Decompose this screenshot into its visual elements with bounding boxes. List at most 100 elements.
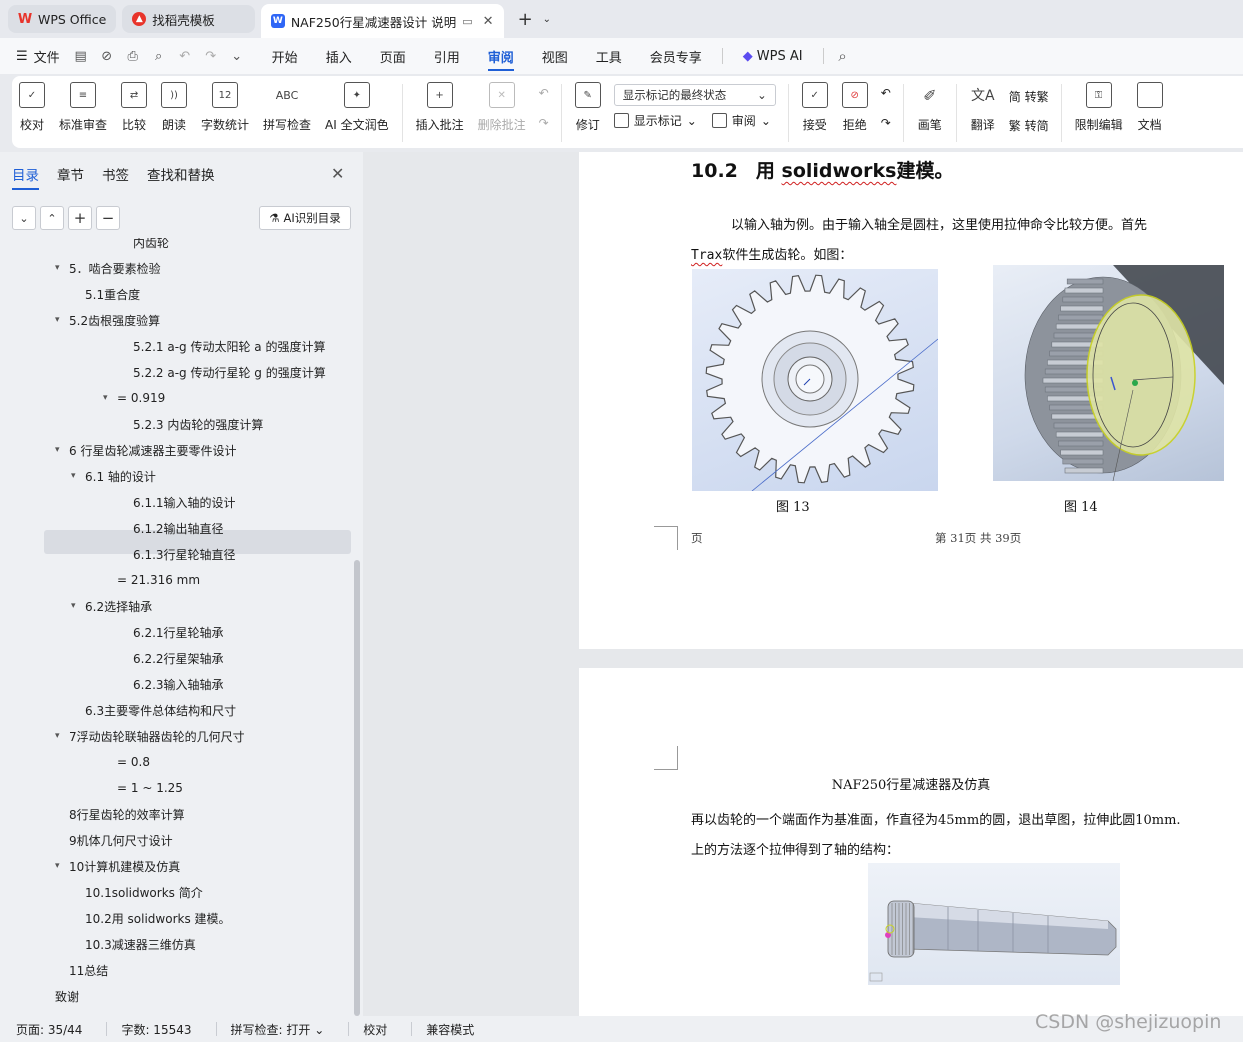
page-31[interactable]: 10.2 用 solidworks建模。 以输入轴为例。由于输入轴全是圆柱，这里使… bbox=[579, 152, 1243, 649]
expand-triangle-icon[interactable]: ▾ bbox=[55, 731, 69, 741]
toc-item[interactable]: ▾ 6.2选择轴承 bbox=[71, 594, 152, 618]
next-change-icon[interactable]: ↷ bbox=[881, 116, 891, 130]
delete-comment-button[interactable]: ✕ 删除批注 bbox=[471, 82, 533, 133]
toc-item[interactable]: ▾ 6 行星齿轮减速器主要零件设计 bbox=[55, 438, 236, 462]
toc-item[interactable]: ▾ 5．啮合要素检验 bbox=[55, 256, 161, 280]
expand-triangle-icon[interactable]: ▾ bbox=[71, 471, 85, 481]
toc-item[interactable]: ▾ 10计算机建模及仿真 bbox=[55, 854, 180, 878]
show-markup-button[interactable]: 显示标记 bbox=[634, 112, 682, 129]
ai-toc-button[interactable]: ⚗ AI识别目录 bbox=[259, 206, 351, 230]
menu-wps-ai[interactable]: ◆ WPS AI bbox=[729, 38, 817, 74]
expand-triangle-icon[interactable]: ▾ bbox=[71, 601, 85, 611]
track-changes-button[interactable]: ✎ 修订 bbox=[568, 82, 608, 133]
document-canvas[interactable]: 10.2 用 solidworks建模。 以输入轴为例。由于输入轴全是圆柱，这里使… bbox=[363, 152, 1243, 1016]
tab-toc[interactable]: 目录 bbox=[12, 164, 39, 190]
word-count-button[interactable]: 12 字数统计 bbox=[194, 82, 256, 133]
toc-item[interactable]: 5.2.1 a-g 传动太阳轮 a 的强度计算 bbox=[133, 334, 325, 358]
toc-item[interactable]: 10.1solidworks 简介 bbox=[85, 880, 203, 904]
tab-chapter[interactable]: 章节 bbox=[57, 164, 84, 184]
expand-triangle-icon[interactable]: ▾ bbox=[55, 445, 69, 455]
menu-tools[interactable]: 工具 bbox=[582, 38, 636, 74]
standard-review-button[interactable]: ≡ 标准审查 bbox=[52, 82, 114, 133]
expand-triangle-icon[interactable]: ▾ bbox=[55, 861, 69, 871]
expand-triangle-icon[interactable]: ▾ bbox=[103, 393, 117, 403]
more-icon[interactable]: ⌄ bbox=[224, 49, 250, 64]
chevron-down-icon[interactable]: ⌄ bbox=[543, 14, 551, 25]
tab-docer[interactable]: ▲ 找稻壳模板 bbox=[122, 5, 255, 33]
review-pane-button[interactable]: 审阅 bbox=[732, 112, 756, 129]
toc-item[interactable]: 6.1.2输出轴直径 bbox=[133, 516, 224, 540]
status-proofread[interactable]: 校对 bbox=[363, 1021, 401, 1038]
toc-item[interactable]: 5.1重合度 bbox=[85, 282, 140, 306]
restrict-edit-button[interactable]: ⚿ 限制编辑 bbox=[1068, 82, 1130, 133]
translate-button[interactable]: 文A 翻译 bbox=[963, 82, 1003, 133]
print-preview-icon[interactable]: ⌕ bbox=[146, 49, 172, 64]
status-spell-check[interactable]: 拼写检查: 打开 ⌄ bbox=[231, 1021, 339, 1038]
add-heading-icon[interactable]: + bbox=[68, 206, 92, 230]
toc-item[interactable]: ▾ = 0.919 bbox=[103, 386, 165, 410]
accept-button[interactable]: ✓ 接受 bbox=[795, 82, 835, 133]
pen-button[interactable]: ✐ 画笔 bbox=[910, 82, 950, 133]
expand-triangle-icon[interactable]: ▾ bbox=[55, 263, 69, 273]
page-32[interactable]: NAF250行星减速器及仿真 再以齿轮的一个端面作为基准面，作直径为45mm的圆… bbox=[579, 668, 1243, 1016]
tab-find-replace[interactable]: 查找和替换 bbox=[147, 164, 215, 184]
close-pane-icon[interactable]: ✕ bbox=[331, 164, 344, 183]
toc-item[interactable]: ▾ 7浮动齿轮联轴器齿轮的几何尺寸 bbox=[55, 724, 245, 748]
tab-document[interactable]: W NAF250行星减速器设计 说明 ▭ ✕ bbox=[260, 4, 504, 38]
toc-item[interactable]: 10.3减速器三维仿真 bbox=[85, 932, 196, 956]
display-mode-select[interactable]: 显示标记的最终状态 ⌄ bbox=[613, 84, 776, 106]
expand-all-icon[interactable]: ⌄ bbox=[12, 206, 36, 230]
toc-item[interactable]: ▾ 6.1 轴的设计 bbox=[71, 464, 156, 488]
read-aloud-button[interactable]: )) 朗读 bbox=[154, 82, 194, 133]
toc-item[interactable]: 6.2.3输入轴轴承 bbox=[133, 672, 224, 696]
insert-comment-button[interactable]: + 插入批注 bbox=[409, 82, 471, 133]
save-icon[interactable]: ▤ bbox=[68, 49, 94, 64]
spell-check-button[interactable]: ABC 拼写检查 bbox=[256, 82, 318, 133]
ai-polish-button[interactable]: ✦ AI 全文润色 bbox=[318, 82, 396, 133]
print-icon[interactable]: ⎙ bbox=[120, 49, 146, 64]
menu-insert[interactable]: 插入 bbox=[312, 38, 366, 74]
toc-item[interactable]: = 1 ~ 1.25 bbox=[117, 776, 183, 800]
reject-button[interactable]: ⊘ 拒绝 bbox=[835, 82, 875, 133]
status-word-count[interactable]: 字数: 15543 bbox=[121, 1021, 205, 1038]
toc-item[interactable]: 6.2.1行星轮轴承 bbox=[133, 620, 224, 644]
toc-item[interactable]: 内齿轮 bbox=[133, 238, 169, 254]
to-simplified-button[interactable]: 繁 转简 bbox=[1009, 117, 1049, 134]
toc-item[interactable]: 10.2用 solidworks 建模。 bbox=[85, 906, 231, 930]
menu-view[interactable]: 视图 bbox=[528, 38, 582, 74]
menu-reference[interactable]: 引用 bbox=[420, 38, 474, 74]
toc-item[interactable]: 6.1.3行星轮轴直径 bbox=[133, 542, 236, 566]
redo-icon[interactable]: ↷ bbox=[198, 49, 224, 64]
toc-item[interactable]: = 0.8 bbox=[117, 750, 150, 774]
proofread-button[interactable]: ✓ 校对 bbox=[12, 82, 52, 133]
menu-page[interactable]: 页面 bbox=[366, 38, 420, 74]
document-permission-button[interactable]: 文档 bbox=[1130, 82, 1170, 133]
toc-item[interactable]: ▾ 5.2齿根强度验算 bbox=[55, 308, 160, 332]
link-icon[interactable]: ⊘ bbox=[94, 49, 120, 64]
to-traditional-button[interactable]: 简 转繁 bbox=[1009, 88, 1049, 105]
next-comment-icon[interactable]: ↷ bbox=[539, 116, 549, 130]
collapse-all-icon[interactable]: ⌃ bbox=[40, 206, 64, 230]
toc-item[interactable]: 5.2.3 内齿轮的强度计算 bbox=[133, 412, 263, 436]
toc-item[interactable]: 致谢 bbox=[55, 984, 79, 1008]
tab-bookmark[interactable]: 书签 bbox=[102, 164, 129, 184]
toc-item[interactable]: 8行星齿轮的效率计算 bbox=[69, 802, 185, 826]
compare-button[interactable]: ⇄ 比较 bbox=[114, 82, 154, 133]
screen-icon[interactable]: ▭ bbox=[462, 15, 472, 28]
new-tab-icon[interactable]: + bbox=[518, 9, 533, 30]
toc-item[interactable]: 6.2.2行星架轴承 bbox=[133, 646, 224, 670]
toc-item[interactable]: 6.3主要零件总体结构和尺寸 bbox=[85, 698, 236, 722]
close-tab-icon[interactable]: ✕ bbox=[483, 14, 494, 29]
file-menu[interactable]: ☰ 文件 bbox=[16, 47, 60, 66]
remove-heading-icon[interactable]: − bbox=[96, 206, 120, 230]
menu-review[interactable]: 审阅 bbox=[474, 38, 528, 74]
toc-item[interactable]: 9机体几何尺寸设计 bbox=[69, 828, 173, 852]
search-icon[interactable]: ⌕ bbox=[830, 47, 856, 65]
previous-comment-icon[interactable]: ↶ bbox=[539, 86, 549, 100]
status-page[interactable]: 页面: 35/44 bbox=[16, 1021, 96, 1038]
menu-member[interactable]: 会员专享 bbox=[636, 38, 716, 74]
tab-wps-office[interactable]: W WPS Office bbox=[8, 5, 117, 33]
expand-triangle-icon[interactable]: ▾ bbox=[55, 315, 69, 325]
toc-scrollbar[interactable] bbox=[354, 560, 360, 1016]
undo-icon[interactable]: ↶ bbox=[172, 49, 198, 64]
